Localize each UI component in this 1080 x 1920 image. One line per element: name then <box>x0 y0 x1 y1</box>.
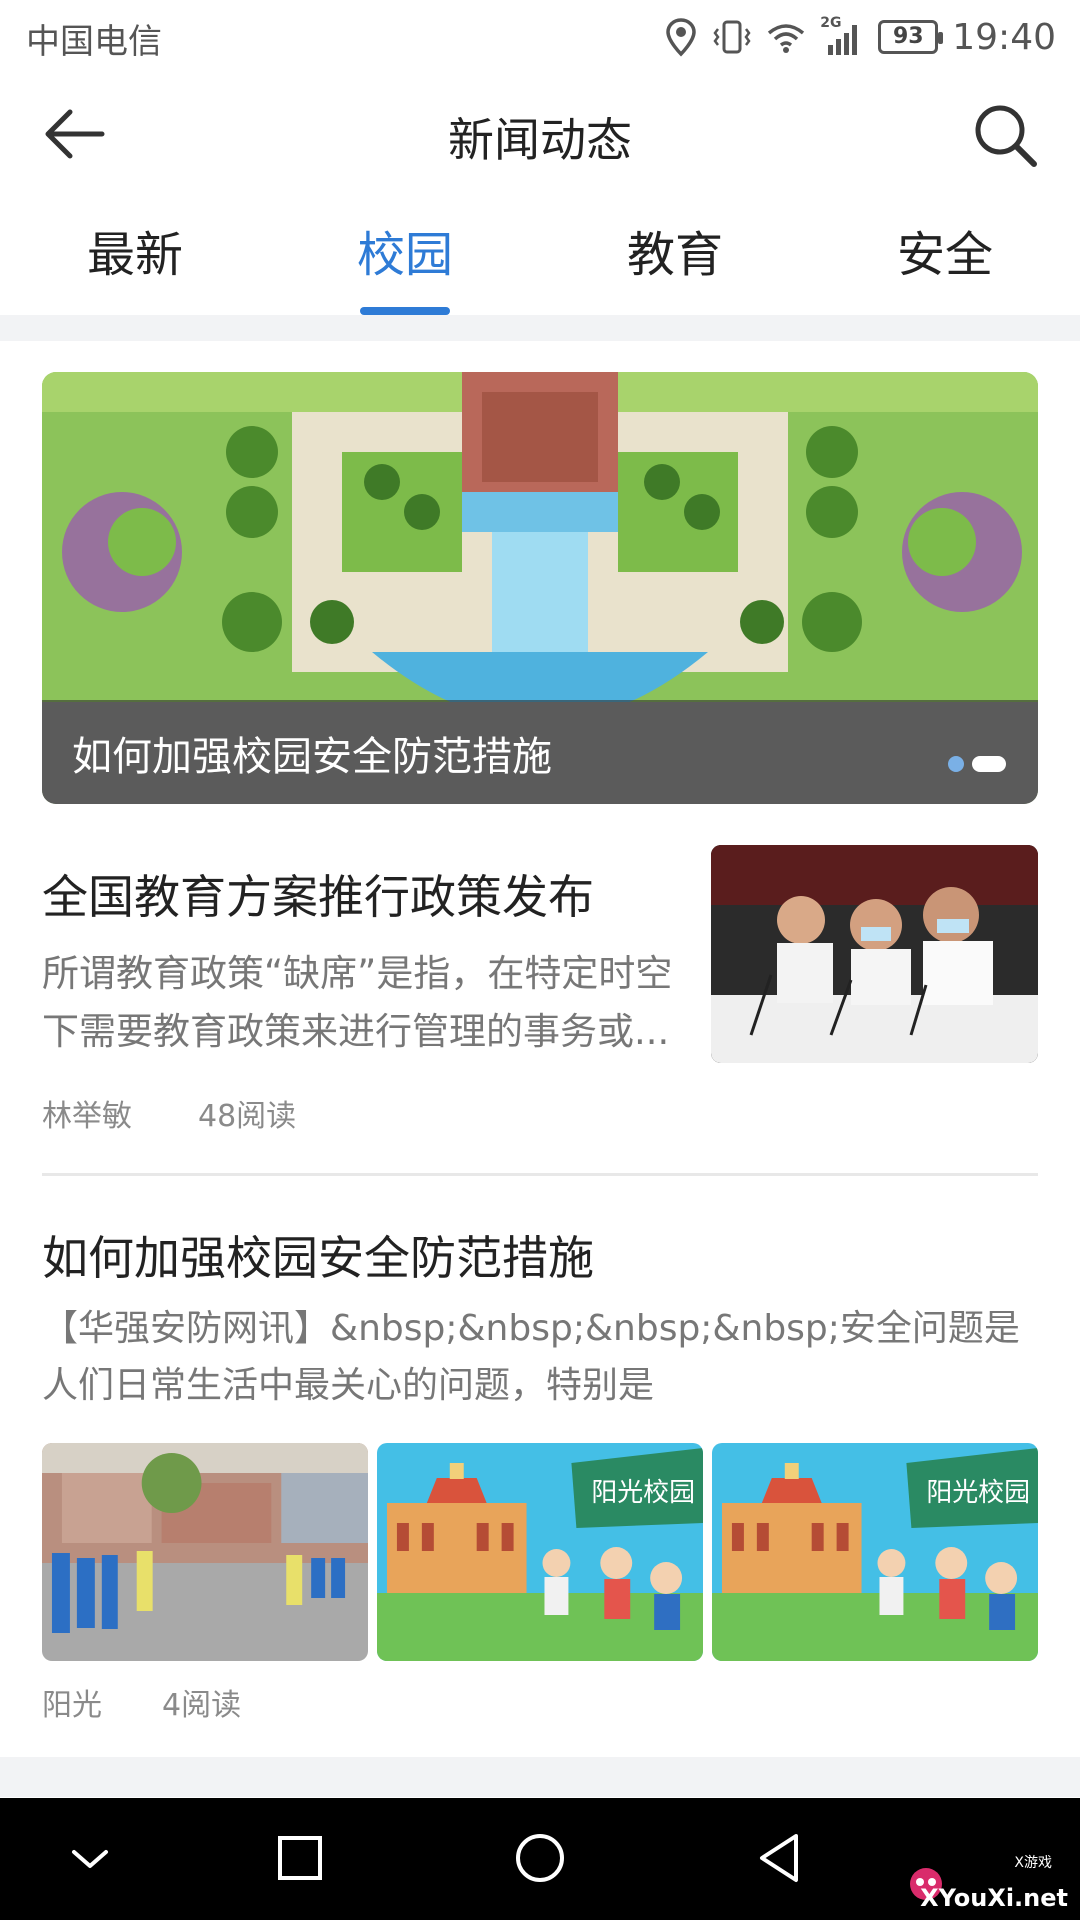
tab-education[interactable]: 教育 <box>540 200 810 315</box>
battery-icon: 93 <box>878 20 944 54</box>
watermark-site: XYouXi.net <box>920 1884 1068 1912</box>
news-item-images: 阳光校园 阳光校园 <box>42 1443 1038 1661</box>
system-nav-bar: X游戏 XYouXi.net <box>0 1798 1080 1920</box>
signal-indicator: 2G <box>820 15 864 57</box>
carrier-label: 中国电信 <box>26 22 162 62</box>
carousel-dot-active <box>972 756 1006 772</box>
list-bottom-gap <box>0 1757 1080 1797</box>
section-divider <box>0 315 1080 341</box>
news-item-reads: 4阅读 <box>162 1688 242 1723</box>
page-title: 新闻动态 <box>448 113 632 167</box>
battery-level: 93 <box>892 24 924 49</box>
status-bar: 中国电信 2G 93 19:40 <box>0 0 1080 74</box>
banner-caption: 如何加强校园安全防范措施 <box>72 734 552 780</box>
news-item-thumbnail <box>711 845 1038 1063</box>
tab-safety[interactable]: 安全 <box>810 200 1080 315</box>
vibrate-icon <box>713 20 751 54</box>
app-header: 新闻动态 <box>0 74 1080 194</box>
news-item-summary: 【华强安防网讯】&nbsp;&nbsp;&nbsp;&nbsp;安全问题是人们日… <box>42 1308 1020 1406</box>
news-screen: 中国电信 2G 93 19:40 新闻动态 最新 校园 教育 安全 如何加强校园… <box>0 0 1080 1920</box>
category-tabs: 最新 校园 教育 安全 <box>0 200 1080 315</box>
signal-icon <box>828 25 858 55</box>
news-item-reads: 48阅读 <box>198 1099 297 1134</box>
status-icons: 2G 93 19:40 <box>664 10 1056 64</box>
banner-flag-label: 阳光校园 <box>926 1478 1030 1508</box>
tab-campus[interactable]: 校园 <box>270 200 540 315</box>
banner-carousel[interactable]: 如何加强校园安全防范措施 <box>42 372 1038 804</box>
news-item-title: 全国教育方案推行政策发布 <box>42 870 594 924</box>
wifi-icon <box>768 24 805 53</box>
news-item-summary: 所谓教育政策“缺席”是指，在特定时空下需要教育政策来进行管理的事务或... <box>42 952 673 1053</box>
list-divider <box>42 1173 1038 1176</box>
search-icon[interactable] <box>970 100 1040 170</box>
home-icon[interactable] <box>510 1828 570 1888</box>
news-item-meta: 林举敏 48阅读 <box>42 1091 296 1135</box>
site-watermark: X游戏 XYouXi.net <box>902 1852 1072 1912</box>
carousel-dot <box>948 756 964 772</box>
watermark-small-label: X游戏 <box>1014 1855 1052 1871</box>
chevron-down-icon[interactable] <box>60 1828 120 1888</box>
clock: 19:40 <box>952 16 1056 58</box>
street-photo <box>42 1443 368 1661</box>
news-item-author: 林举敏 <box>42 1099 132 1134</box>
back-triangle-icon[interactable] <box>750 1828 810 1888</box>
carousel-indicator <box>948 756 1006 772</box>
banner-flag-label: 阳光校园 <box>591 1478 695 1508</box>
news-item-author: 阳光 <box>42 1688 102 1723</box>
campus-illustration: 阳光校园 <box>377 1443 703 1661</box>
meeting-photo <box>711 845 1038 1063</box>
news-item-meta: 阳光 4阅读 <box>42 1680 241 1724</box>
news-item[interactable]: 全国教育方案推行政策发布 所谓教育政策“缺席”是指，在特定时空下需要教育政策来进… <box>42 845 1038 1175</box>
location-icon <box>666 18 697 57</box>
recent-apps-icon[interactable] <box>270 1828 330 1888</box>
campus-illustration: 阳光校园 <box>712 1443 1038 1661</box>
banner-caption-bar: 如何加强校园安全防范措施 <box>42 700 1038 804</box>
news-item-title: 如何加强校园安全防范措施 <box>42 1231 594 1285</box>
tab-latest[interactable]: 最新 <box>0 200 270 315</box>
